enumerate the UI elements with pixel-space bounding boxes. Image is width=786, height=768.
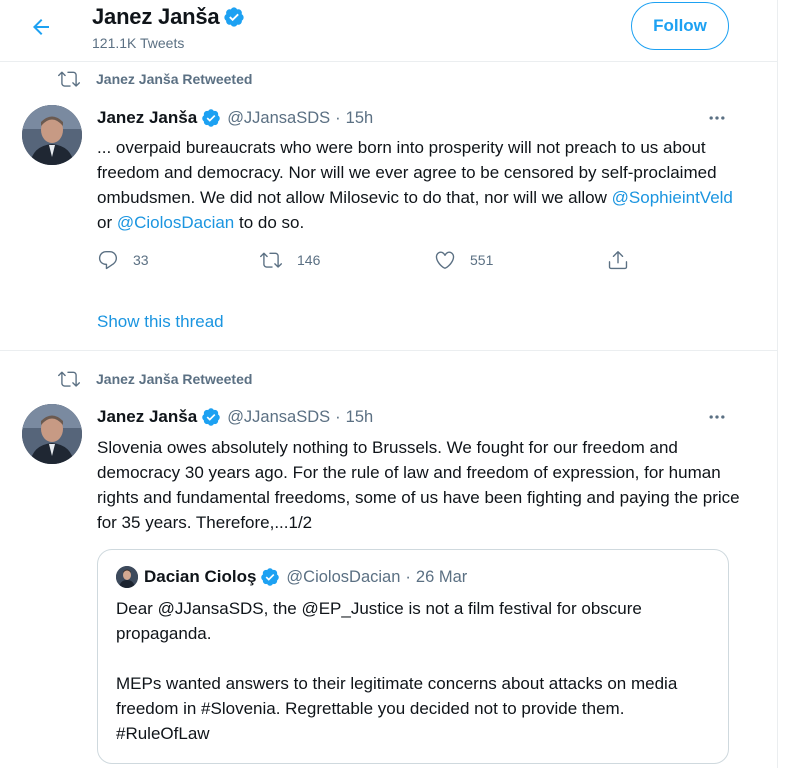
separator-dot: · (335, 108, 341, 127)
verified-badge-icon (201, 108, 221, 128)
retweeted-label: Janez Janša Retweeted (96, 371, 253, 387)
retweet-count: 146 (297, 252, 321, 268)
mention-link[interactable]: @SophieintVeld (612, 188, 733, 207)
retweet-icon (56, 368, 82, 390)
retweeted-indicator: Janez Janša Retweeted (56, 68, 252, 90)
tweet-text: Slovenia owes absolutely nothing to Brus… (97, 438, 740, 532)
quoted-author-name: Dacian Cioloş (144, 567, 257, 586)
like-button[interactable]: 551 (434, 249, 493, 271)
mention-link[interactable]: @CiolosDacian (117, 213, 234, 232)
retweeted-label: Janez Janša Retweeted (96, 71, 253, 87)
tweet[interactable]: Janez Janša Retweeted Janez Janša @JJans… (0, 351, 778, 768)
more-horizontal-icon (706, 407, 728, 427)
quoted-tweet-text: Dear @JJansaSDS, the @EP_Justice is not … (116, 596, 716, 746)
quoted-tweet-date: 26 Mar (415, 567, 468, 586)
author-name[interactable]: Janez Janša (97, 108, 197, 128)
reply-icon (97, 249, 119, 271)
avatar[interactable] (22, 105, 82, 165)
more-options-button[interactable] (704, 407, 730, 427)
tweet-time[interactable]: 15h (346, 109, 374, 128)
more-options-button[interactable] (704, 108, 730, 128)
more-horizontal-icon (706, 108, 728, 128)
tweet-header: Janez Janša @JJansaSDS · 15h (97, 108, 373, 128)
quoted-avatar[interactable] (116, 566, 138, 588)
tweet-text: ... overpaid bureaucrats who were born i… (97, 135, 747, 235)
like-count: 551 (470, 252, 494, 268)
tweet-text-segment: to do so. (234, 213, 305, 232)
reply-count: 33 (133, 252, 149, 268)
back-arrow-icon (29, 15, 53, 39)
tweet-actions: 33 146 551 (97, 249, 657, 279)
author-handle[interactable]: @JJansaSDS (227, 408, 330, 427)
retweet-icon (56, 68, 82, 90)
show-thread-link[interactable]: Show this thread (97, 312, 224, 332)
heart-icon (434, 249, 456, 271)
header-title-row: Janez Janša (92, 4, 245, 30)
tweets-count: 121.1K Tweets (92, 35, 185, 51)
quoted-paragraph: Dear @JJansaSDS, the @EP_Justice is not … (116, 599, 642, 643)
separator-dot: · (335, 407, 341, 426)
tweet-header: Janez Janša @JJansaSDS · 15h (97, 407, 373, 427)
share-button[interactable] (607, 249, 629, 271)
quoted-paragraph: MEPs wanted answers to their legitimate … (116, 674, 678, 743)
quoted-tweet[interactable]: Dacian Cioloş @CiolosDacian · 26 Mar Dea… (97, 549, 729, 764)
timeline-column: Janez Janša 121.1K Tweets Follow Janez J… (0, 0, 778, 768)
profile-header: Janez Janša 121.1K Tweets Follow (0, 0, 778, 62)
tweet[interactable]: Janez Janša Retweeted Janez Janša @JJans… (0, 62, 778, 351)
verified-badge-icon (260, 567, 280, 587)
tweet-time[interactable]: 15h (346, 408, 374, 427)
share-icon (607, 249, 629, 271)
retweeted-indicator: Janez Janša Retweeted (56, 368, 252, 390)
quoted-tweet-header: Dacian Cioloş @CiolosDacian · 26 Mar (144, 567, 467, 587)
author-name[interactable]: Janez Janša (97, 407, 197, 427)
follow-button[interactable]: Follow (631, 2, 729, 50)
avatar[interactable] (22, 404, 82, 464)
verified-badge-icon (223, 6, 245, 28)
retweet-icon (259, 249, 283, 271)
verified-badge-icon (201, 407, 221, 427)
quoted-author-handle: @CiolosDacian (286, 567, 401, 586)
author-handle[interactable]: @JJansaSDS (227, 109, 330, 128)
page-title: Janez Janša (92, 4, 220, 29)
separator-dot: · (405, 567, 411, 586)
reply-button[interactable]: 33 (97, 249, 149, 271)
tweet-text-segment: or (97, 213, 117, 232)
back-button[interactable] (22, 8, 60, 46)
retweet-button[interactable]: 146 (259, 249, 320, 271)
